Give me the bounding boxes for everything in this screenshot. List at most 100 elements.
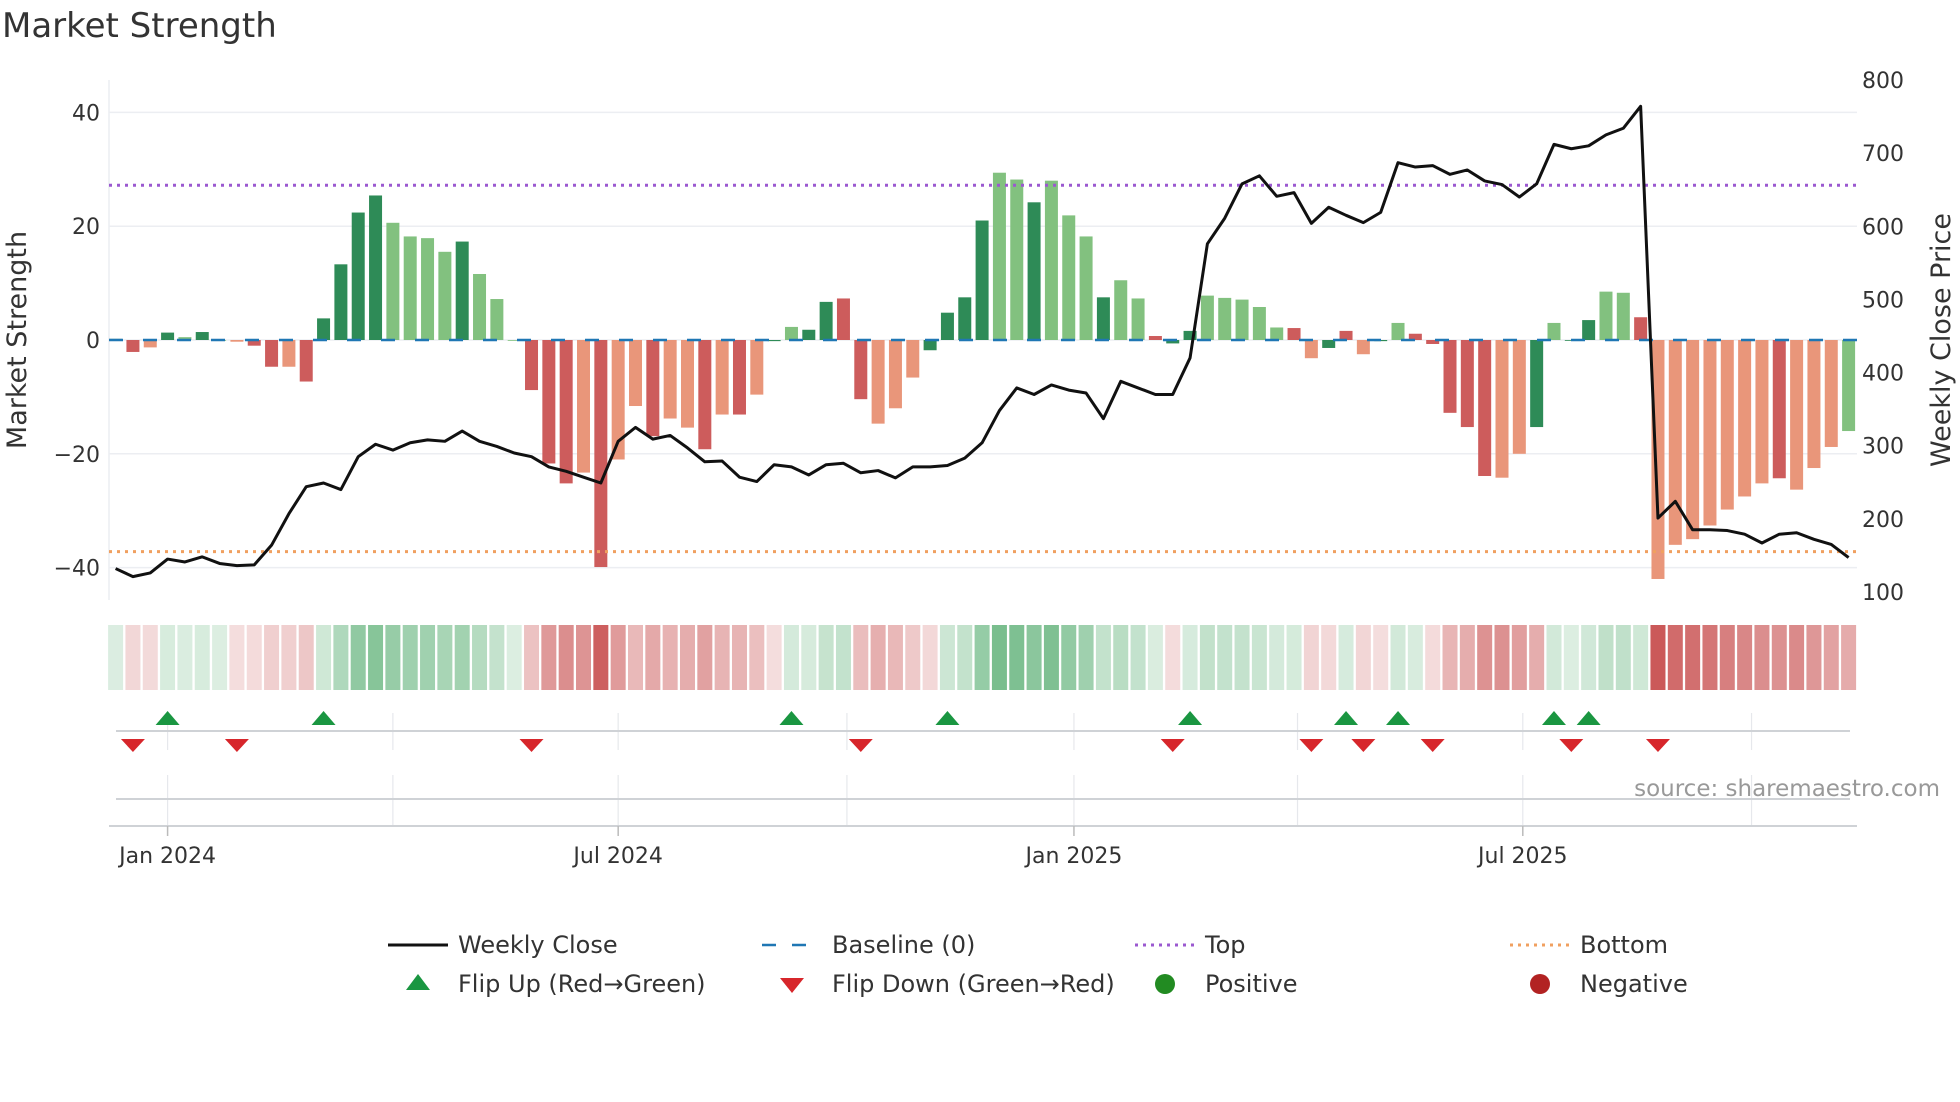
heatmap-cell xyxy=(1373,625,1389,690)
heatmap-cell xyxy=(1702,625,1718,690)
flip-down-marker xyxy=(120,739,145,752)
heatmap-cell xyxy=(316,625,332,690)
flip-up-marker xyxy=(1178,711,1203,725)
y2-tick-label: 600 xyxy=(1862,215,1904,240)
heatmap-cell xyxy=(1407,625,1423,690)
heatmap-cell xyxy=(1026,625,1042,690)
flip-up-marker xyxy=(311,711,336,725)
y2-tick-label: 700 xyxy=(1862,142,1904,167)
heatmap-cell xyxy=(1286,625,1302,690)
strength-bar xyxy=(1772,340,1786,479)
heatmap-cell xyxy=(1823,625,1839,690)
heatmap-cell xyxy=(1199,625,1215,690)
strength-bar xyxy=(1027,202,1041,340)
strength-bar xyxy=(1356,340,1370,355)
strength-bar xyxy=(750,340,764,395)
heatmap-cell xyxy=(1182,625,1198,690)
legend-label: Flip Down (Green→Red) xyxy=(832,970,1115,998)
heatmap-cell xyxy=(1806,625,1822,690)
strength-bar xyxy=(680,340,694,428)
strength-bar xyxy=(1824,340,1838,447)
strength-bar xyxy=(1443,340,1457,413)
y-tick-label: 0 xyxy=(86,329,100,354)
strength-bar xyxy=(1686,340,1700,540)
heatmap-cell xyxy=(1303,625,1319,690)
heatmap-cell xyxy=(541,625,557,690)
heatmap-cell xyxy=(489,625,505,690)
heatmap-cell xyxy=(558,625,574,690)
heatmap-cell xyxy=(1511,625,1527,690)
strength-bar xyxy=(195,332,209,340)
heatmap-cell xyxy=(887,625,903,690)
y-tick-label: 20 xyxy=(72,215,100,240)
y2-tick-label: 300 xyxy=(1862,435,1904,460)
heatmap-cell xyxy=(766,625,782,690)
strength-bar xyxy=(1530,340,1544,428)
heatmap-cell xyxy=(1147,625,1163,690)
legend-circle-positive-icon xyxy=(1155,974,1175,994)
strength-bar xyxy=(126,340,140,352)
heatmap-cell xyxy=(870,625,886,690)
heatmap-cell xyxy=(749,625,765,690)
strength-bar xyxy=(1738,340,1752,497)
heatmap-cell xyxy=(125,625,141,690)
heatmap-cell xyxy=(1043,625,1059,690)
heatmap-cell xyxy=(1321,625,1337,690)
heatmap-cell xyxy=(1442,625,1458,690)
heatmap-cell xyxy=(1355,625,1371,690)
strength-bar xyxy=(282,340,296,367)
legend-label: Positive xyxy=(1205,970,1298,998)
heatmap-cell xyxy=(645,625,661,690)
strength-bar xyxy=(871,340,885,424)
heatmap-cell xyxy=(368,625,384,690)
heatmap-cell xyxy=(1494,625,1510,690)
heatmap-cell xyxy=(628,625,643,690)
legend-label: Negative xyxy=(1580,970,1688,998)
heatmap-cell xyxy=(333,625,349,690)
legend-label: Top xyxy=(1204,931,1246,959)
heatmap-cell xyxy=(212,625,228,690)
y-tick-label: −20 xyxy=(54,443,100,468)
strength-bar xyxy=(351,212,365,340)
heatmap-cell xyxy=(957,625,973,690)
strength-bar xyxy=(1755,340,1769,484)
heatmap-cell xyxy=(1685,625,1701,690)
strength-bar xyxy=(594,340,608,568)
heatmap-cell xyxy=(1130,625,1146,690)
heatmap-cell xyxy=(576,625,592,690)
heatmap-cell xyxy=(1251,625,1267,690)
heatmap-cell xyxy=(1650,625,1666,690)
heatmap-cell xyxy=(1425,625,1441,690)
strength-bar xyxy=(577,340,591,473)
strength-bar xyxy=(1287,328,1301,340)
heatmap-cell xyxy=(1078,625,1094,690)
strength-bar xyxy=(802,329,816,340)
strength-bar xyxy=(992,172,1006,340)
heatmap-cell xyxy=(679,625,695,690)
legend-label: Baseline (0) xyxy=(832,931,975,959)
strength-bar xyxy=(490,299,504,340)
legend-circle-negative-icon xyxy=(1530,974,1550,994)
heatmap-cell xyxy=(801,625,817,690)
y2-tick-label: 800 xyxy=(1862,69,1904,94)
heatmap-cell xyxy=(350,625,366,690)
strength-bar xyxy=(854,340,868,400)
flip-up-marker xyxy=(1576,711,1601,725)
strength-bar xyxy=(299,340,313,382)
heatmap-cell xyxy=(1563,625,1579,690)
heatmap-cell xyxy=(472,625,488,690)
strength-bar xyxy=(1235,299,1249,340)
heatmap-cell xyxy=(108,625,124,690)
heatmap-cell xyxy=(974,625,990,690)
heatmap-cell xyxy=(298,625,314,690)
strength-bar xyxy=(1010,179,1024,340)
heatmap-cell xyxy=(1633,625,1649,690)
heatmap-cell xyxy=(194,625,210,690)
strength-bar xyxy=(1512,340,1526,454)
heatmap-cell xyxy=(1598,625,1614,690)
strength-bar xyxy=(1807,340,1821,469)
strength-bar xyxy=(1114,280,1128,340)
heatmap-cell xyxy=(1234,625,1250,690)
strength-bar xyxy=(1599,291,1613,340)
flip-up-marker xyxy=(779,711,804,725)
